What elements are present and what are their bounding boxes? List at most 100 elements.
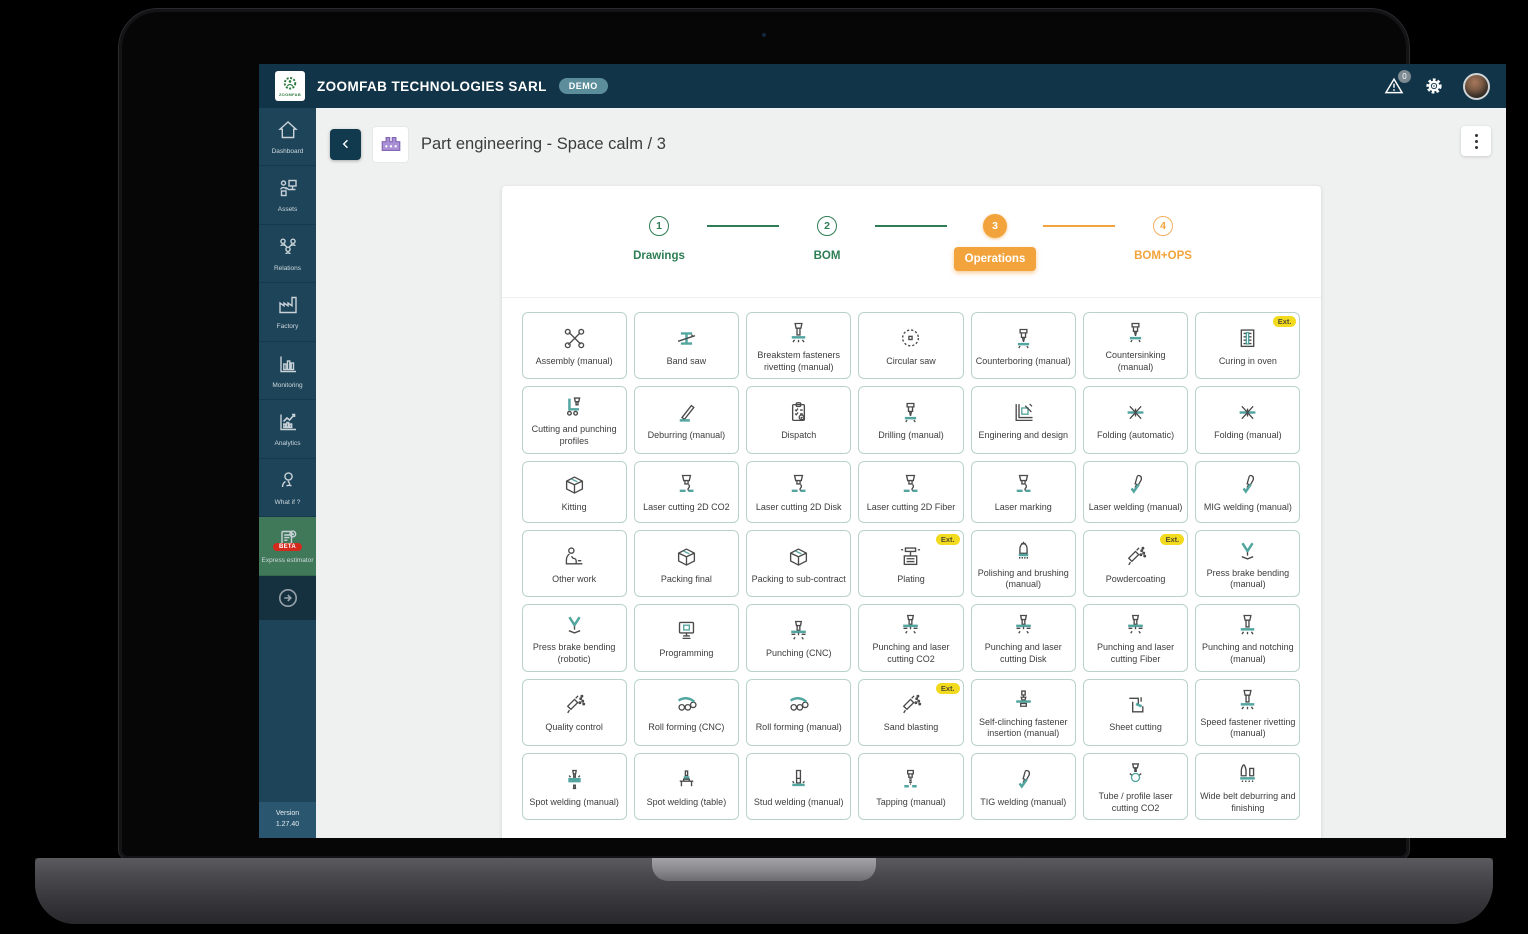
sidebar-item-what-if[interactable]: What if ? <box>259 459 316 517</box>
drill-icon <box>1010 325 1037 352</box>
version-value: 1.27.40 <box>261 820 314 831</box>
operation-tile-curing-in-oven[interactable]: Curing in ovenExt. <box>1195 312 1300 379</box>
clipboard-icon <box>785 399 812 426</box>
operation-tile-roll-forming-cnc[interactable]: Roll forming (CNC) <box>634 679 739 746</box>
sidebar-item-monitoring[interactable]: Monitoring <box>259 342 316 400</box>
settings-button[interactable] <box>1423 75 1445 97</box>
alerts-button[interactable]: 0 <box>1383 75 1405 97</box>
operation-tile-countersinking-manual[interactable]: Countersinking (manual) <box>1083 312 1188 379</box>
operation-tile-tig-welding-manual[interactable]: TIG welding (manual) <box>971 753 1076 820</box>
operation-tile-punching-and-notching-manual[interactable]: Punching and notching (manual) <box>1195 604 1300 671</box>
operation-tile-laser-cutting-2d-disk[interactable]: Laser cutting 2D Disk <box>746 461 851 523</box>
operation-tile-folding-automatic[interactable]: Folding (automatic) <box>1083 386 1188 453</box>
operation-tile-cutting-and-punching-profiles[interactable]: Cutting and punching profiles <box>522 386 627 453</box>
step-label: BOM+OPS <box>1134 250 1192 262</box>
more-options-button[interactable] <box>1461 126 1491 156</box>
sidebar-expand-button[interactable] <box>259 576 316 620</box>
operation-tile-stud-welding-manual[interactable]: Stud welding (manual) <box>746 753 851 820</box>
operation-tile-packing-to-sub-contract[interactable]: Packing to sub-contract <box>746 530 851 597</box>
table-icon <box>673 766 700 793</box>
operation-label: Dispatch <box>781 430 816 442</box>
operation-tile-deburring-manual[interactable]: Deburring (manual) <box>634 386 739 453</box>
operation-tile-laser-cutting-2d-fiber[interactable]: Laser cutting 2D Fiber <box>858 461 963 523</box>
operation-tile-laser-cutting-2d-co2[interactable]: Laser cutting 2D CO2 <box>634 461 739 523</box>
operation-tile-band-saw[interactable]: Band saw <box>634 312 739 379</box>
operation-tile-enginering-and-design[interactable]: Enginering and design <box>971 386 1076 453</box>
operation-tile-press-brake-bending-manual[interactable]: Press brake bending (manual) <box>1195 530 1300 597</box>
sidebar-item-relations[interactable]: Relations <box>259 225 316 283</box>
operation-tile-wide-belt-deburring-and-finishing[interactable]: Wide belt deburring and finishing <box>1195 753 1300 820</box>
operation-tile-roll-forming-manual[interactable]: Roll forming (manual) <box>746 679 851 746</box>
sidebar-item-dashboard[interactable]: Dashboard <box>259 108 316 166</box>
ext-badge: Ext. <box>1273 316 1297 327</box>
operation-tile-tube-profile-laser-cutting-co2[interactable]: Tube / profile laser cutting CO2 <box>1083 753 1188 820</box>
operation-label: Press brake bending (robotic) <box>526 642 623 665</box>
sidebar-item-label: Analytics <box>274 440 300 448</box>
operation-tile-speed-fastener-rivetting-manual[interactable]: Speed fastener rivetting (manual) <box>1195 679 1300 746</box>
operation-label: Laser cutting 2D Fiber <box>867 502 956 514</box>
operation-tile-punching-and-laser-cutting-fiber[interactable]: Punching and laser cutting Fiber <box>1083 604 1188 671</box>
operation-tile-packing-final[interactable]: Packing final <box>634 530 739 597</box>
laser-marking-icon <box>1010 471 1037 498</box>
operation-tile-laser-welding-manual[interactable]: Laser welding (manual) <box>1083 461 1188 523</box>
operation-tile-dispatch[interactable]: Dispatch <box>746 386 851 453</box>
punch-laser-icon <box>1122 611 1149 638</box>
operation-tile-laser-marking[interactable]: Laser marking <box>971 461 1076 523</box>
stepper-step-operations[interactable]: 3Operations <box>947 214 1043 271</box>
operation-tile-polishing-and-brushing-manual[interactable]: Polishing and brushing (manual) <box>971 530 1076 597</box>
operation-tile-quality-control[interactable]: Quality control <box>522 679 627 746</box>
operation-tile-drilling-manual[interactable]: Drilling (manual) <box>858 386 963 453</box>
operation-tile-punching-cnc[interactable]: Punching (CNC) <box>746 604 851 671</box>
operation-tile-programming[interactable]: Programming <box>634 604 739 671</box>
sidebar-item-assets[interactable]: Assets <box>259 166 316 224</box>
operation-label: Cutting and punching profiles <box>526 424 623 447</box>
operation-tile-powdercoating[interactable]: PowdercoatingExt. <box>1083 530 1188 597</box>
user-avatar[interactable] <box>1463 73 1490 100</box>
operation-tile-sand-blasting[interactable]: Sand blastingExt. <box>858 679 963 746</box>
operation-label: Speed fastener rivetting (manual) <box>1199 717 1296 740</box>
sidebar-item-express-estimator[interactable]: BETAExpress estimator <box>259 517 316 575</box>
operation-tile-self-clinching-fastener-insertion-manual[interactable]: Self-clinching fastener insertion (manua… <box>971 679 1076 746</box>
operation-label: Tapping (manual) <box>876 797 946 809</box>
part-thumbnail <box>372 126 409 163</box>
oven-icon <box>1234 325 1261 352</box>
operation-tile-assembly-manual[interactable]: Assembly (manual) <box>522 312 627 379</box>
back-button[interactable] <box>330 129 361 160</box>
operation-tile-spot-welding-manual[interactable]: Spot welding (manual) <box>522 753 627 820</box>
sidebar-item-analytics[interactable]: Analytics <box>259 400 316 458</box>
operation-tile-other-work[interactable]: Other work <box>522 530 627 597</box>
operation-tile-counterboring-manual[interactable]: Counterboring (manual) <box>971 312 1076 379</box>
stepper-step-bom[interactable]: 2BOM <box>779 214 875 262</box>
operation-tile-plating[interactable]: PlatingExt. <box>858 530 963 597</box>
operation-tile-punching-and-laser-cutting-disk[interactable]: Punching and laser cutting Disk <box>971 604 1076 671</box>
operation-label: Self-clinching fastener insertion (manua… <box>975 717 1072 740</box>
operation-label: Breakstem fasteners rivetting (manual) <box>750 350 847 373</box>
gear-icon <box>1423 75 1445 97</box>
operation-label: Roll forming (manual) <box>756 722 842 734</box>
step-label: Drawings <box>633 250 685 262</box>
operation-tile-kitting[interactable]: Kitting <box>522 461 627 523</box>
insert-icon <box>1010 686 1037 713</box>
operation-tile-spot-welding-table[interactable]: Spot welding (table) <box>634 753 739 820</box>
part-icon <box>377 130 405 158</box>
bend-icon <box>1234 537 1261 564</box>
press-icon <box>785 319 812 346</box>
operation-tile-sheet-cutting[interactable]: Sheet cutting <box>1083 679 1188 746</box>
stepper-step-drawings[interactable]: 1 Drawings <box>611 214 707 262</box>
laptop-screen: ZOOMFAB ZOOMFAB TECHNOLOGIES SARL DEMO 0 <box>118 8 1410 860</box>
operation-tile-circular-saw[interactable]: Circular saw <box>858 312 963 379</box>
step-number: 1 <box>649 216 669 236</box>
operation-label: Stud welding (manual) <box>754 797 844 809</box>
operation-tile-tapping-manual[interactable]: Tapping (manual) <box>858 753 963 820</box>
operation-label: Enginering and design <box>978 430 1068 442</box>
operation-tile-folding-manual[interactable]: Folding (manual) <box>1195 386 1300 453</box>
stepper-step-bom-ops[interactable]: 4BOM+OPS <box>1115 214 1211 262</box>
operation-tile-punching-and-laser-cutting-co2[interactable]: Punching and laser cutting CO2 <box>858 604 963 671</box>
spray-icon <box>897 691 924 718</box>
operation-tile-mig-welding-manual[interactable]: MIG welding (manual) <box>1195 461 1300 523</box>
operation-tile-press-brake-bending-robotic[interactable]: Press brake bending (robotic) <box>522 604 627 671</box>
sidebar-item-label: Assets <box>278 206 298 214</box>
sidebar-item-factory[interactable]: Factory <box>259 283 316 341</box>
operation-label: Tube / profile laser cutting CO2 <box>1087 791 1184 814</box>
operation-tile-breakstem-fasteners-rivetting-manual[interactable]: Breakstem fasteners rivetting (manual) <box>746 312 851 379</box>
